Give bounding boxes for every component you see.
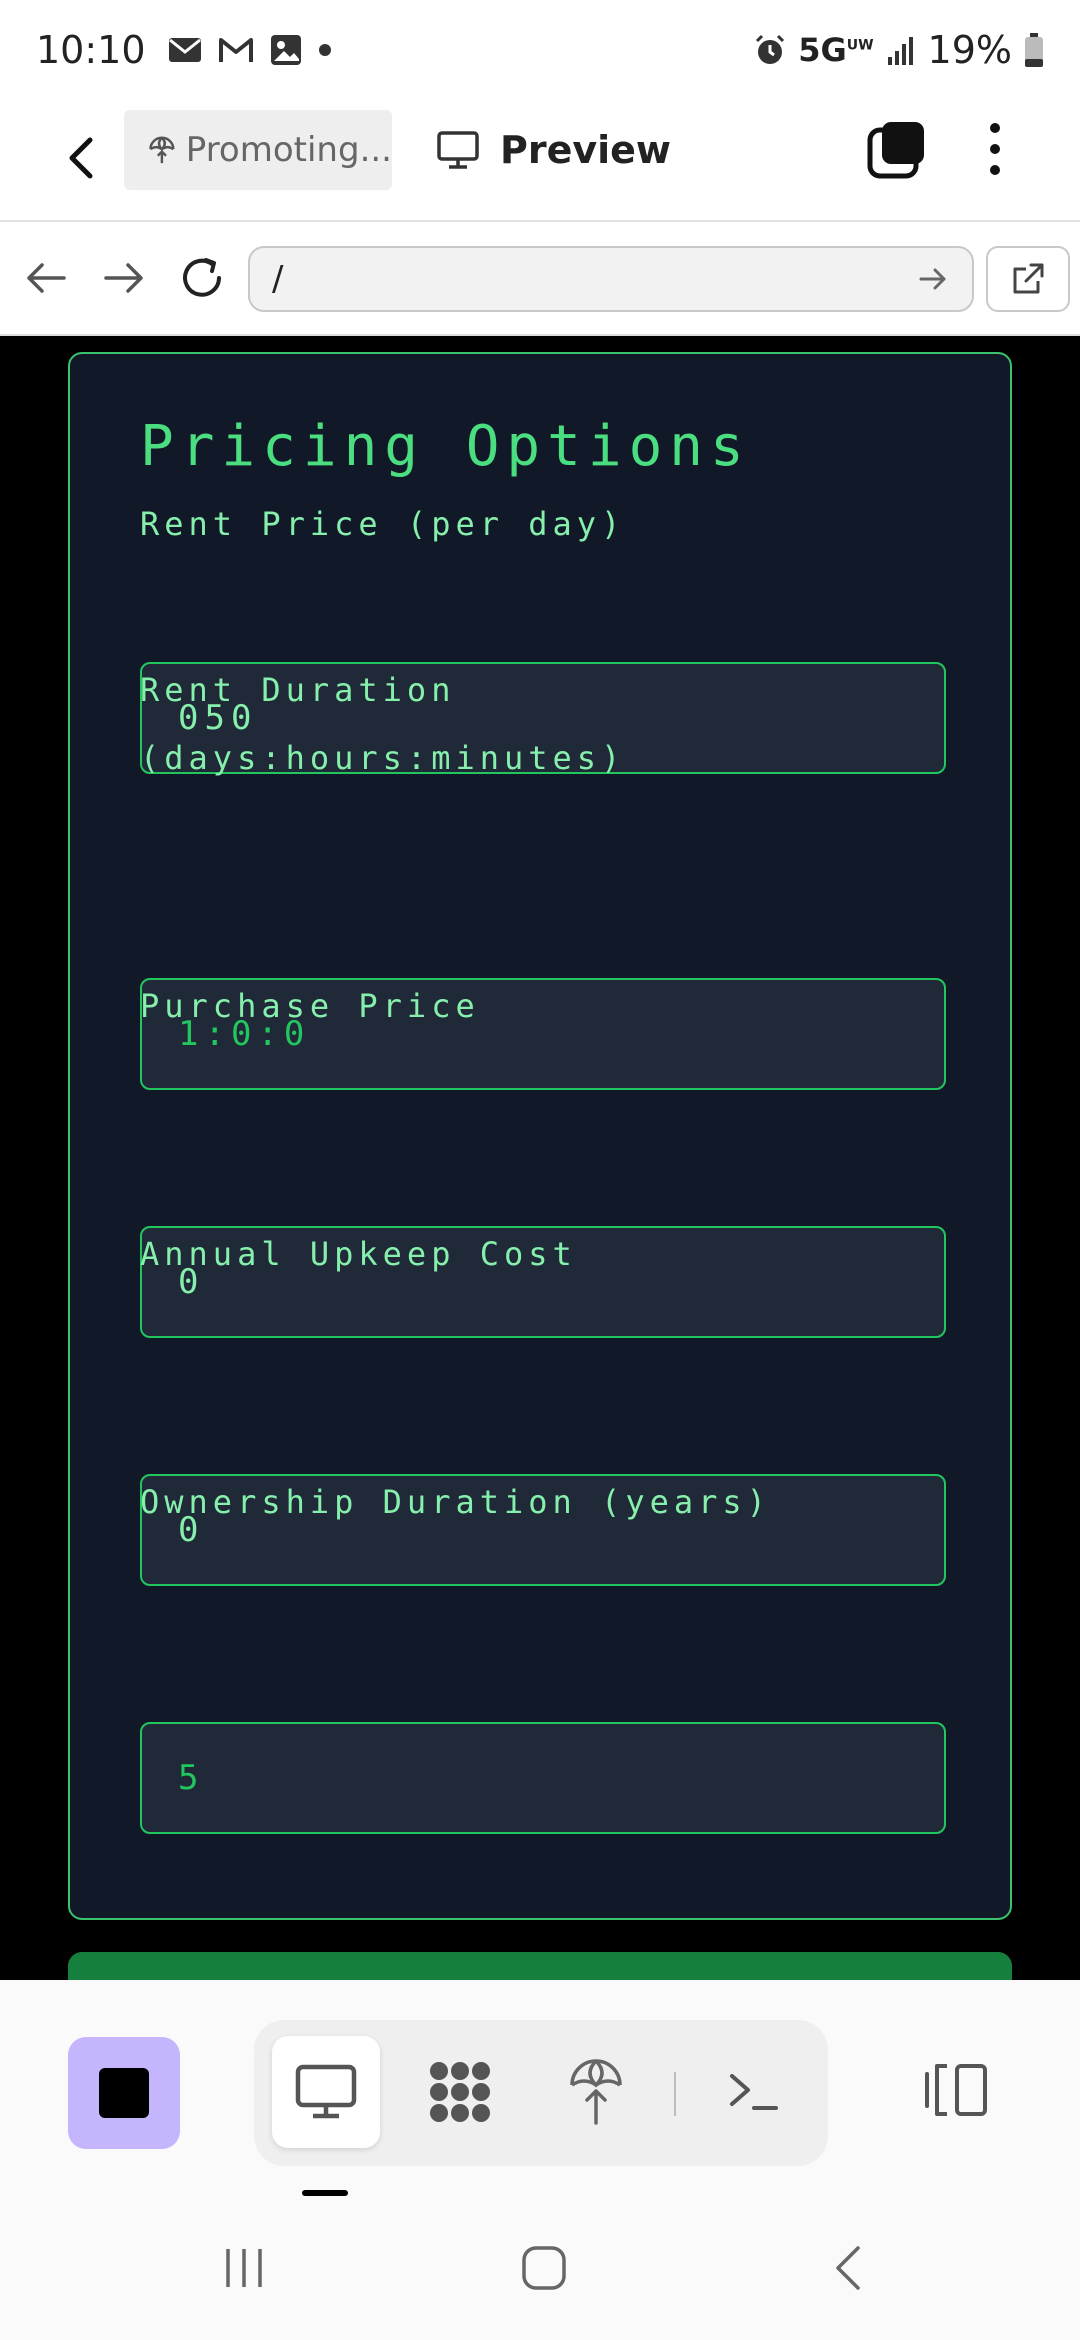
stop-icon	[99, 2068, 149, 2118]
terminal-icon	[730, 2074, 778, 2110]
gallery-icon	[270, 34, 302, 66]
app-header: Promoting... Preview	[0, 100, 1080, 222]
external-link-icon	[1013, 263, 1044, 294]
preview-label: Preview	[500, 128, 672, 172]
reload-button[interactable]	[176, 252, 228, 304]
system-back-button[interactable]	[808, 2238, 888, 2298]
alarm-icon	[754, 34, 786, 66]
layout-toggle-icon	[925, 2064, 987, 2116]
go-arrow-icon[interactable]	[916, 262, 950, 296]
gmail-icon	[218, 36, 254, 64]
submit-button[interactable]	[68, 1952, 1012, 1980]
chevron-left-icon	[836, 2246, 860, 2290]
recent-apps-icon	[226, 2249, 262, 2287]
ownership-duration-input[interactable]	[140, 1722, 946, 1834]
recent-apps-button[interactable]	[204, 2238, 284, 2298]
system-icons: 5GUW 19%	[754, 28, 1044, 72]
tool-deploy[interactable]	[542, 2036, 650, 2148]
arrow-right-icon	[104, 263, 143, 293]
bottom-toolbar	[0, 1980, 1080, 2196]
browser-forward-button[interactable]	[98, 252, 150, 304]
battery-icon	[1024, 33, 1044, 67]
deploy-icon	[570, 2059, 622, 2125]
ownership-duration-label: Ownership Duration (years)	[140, 1483, 771, 1521]
monitor-icon	[437, 131, 479, 169]
status-time: 10:10	[36, 28, 146, 72]
stop-button[interactable]	[68, 2037, 180, 2149]
web-preview: Pricing Options Rent Price (per day) Ren…	[0, 336, 1080, 1980]
email-icon	[168, 36, 202, 64]
browser-back-button[interactable]	[20, 252, 72, 304]
tool-separator	[674, 2072, 676, 2116]
back-button[interactable]	[52, 128, 112, 188]
layout-toggle-button[interactable]	[918, 2040, 994, 2140]
rent-price-label: Rent Price (per day)	[140, 505, 626, 543]
pricing-options-card: Pricing Options Rent Price (per day) Ren…	[68, 352, 1012, 1920]
status-bar: 10:10 5GUW 19%	[0, 0, 1080, 100]
tab-preview[interactable]: Preview	[436, 110, 671, 190]
purchase-price-label: Purchase Price	[140, 987, 480, 1025]
network-type: 5GUW	[798, 31, 874, 69]
browser-url-bar	[0, 222, 1080, 336]
chevron-left-icon	[69, 137, 93, 179]
rent-duration-label: Rent Duration (days:hours:minutes)	[140, 671, 626, 777]
form-title: Pricing Options	[140, 414, 751, 479]
tabs-switcher-button[interactable]	[866, 118, 928, 180]
tool-integrations[interactable]	[406, 2036, 514, 2148]
reload-icon	[183, 258, 221, 297]
open-external-button[interactable]	[986, 246, 1070, 312]
more-options-button[interactable]	[972, 118, 1018, 180]
signal-icon	[886, 35, 916, 65]
tab-promoting[interactable]: Promoting...	[124, 110, 392, 190]
tool-switcher	[254, 2020, 828, 2166]
android-navigation-bar	[0, 2196, 1080, 2340]
tabs-icon	[867, 122, 924, 179]
deploy-icon	[149, 136, 175, 164]
more-vert-icon	[990, 123, 1000, 175]
home-icon	[522, 2246, 566, 2290]
tool-preview[interactable]	[272, 2036, 380, 2148]
monitor-icon	[295, 2064, 357, 2119]
dot-icon	[318, 43, 332, 57]
home-button[interactable]	[504, 2238, 584, 2298]
url-input[interactable]	[272, 259, 916, 299]
arrow-left-icon	[27, 263, 66, 293]
battery-percent: 19%	[927, 28, 1012, 72]
tab-label: Promoting...	[185, 130, 392, 170]
url-field[interactable]	[248, 246, 974, 312]
annual-upkeep-label: Annual Upkeep Cost	[140, 1235, 577, 1273]
tool-terminal[interactable]	[700, 2036, 808, 2148]
notification-icons	[168, 34, 332, 66]
integrations-icon	[430, 2062, 490, 2122]
